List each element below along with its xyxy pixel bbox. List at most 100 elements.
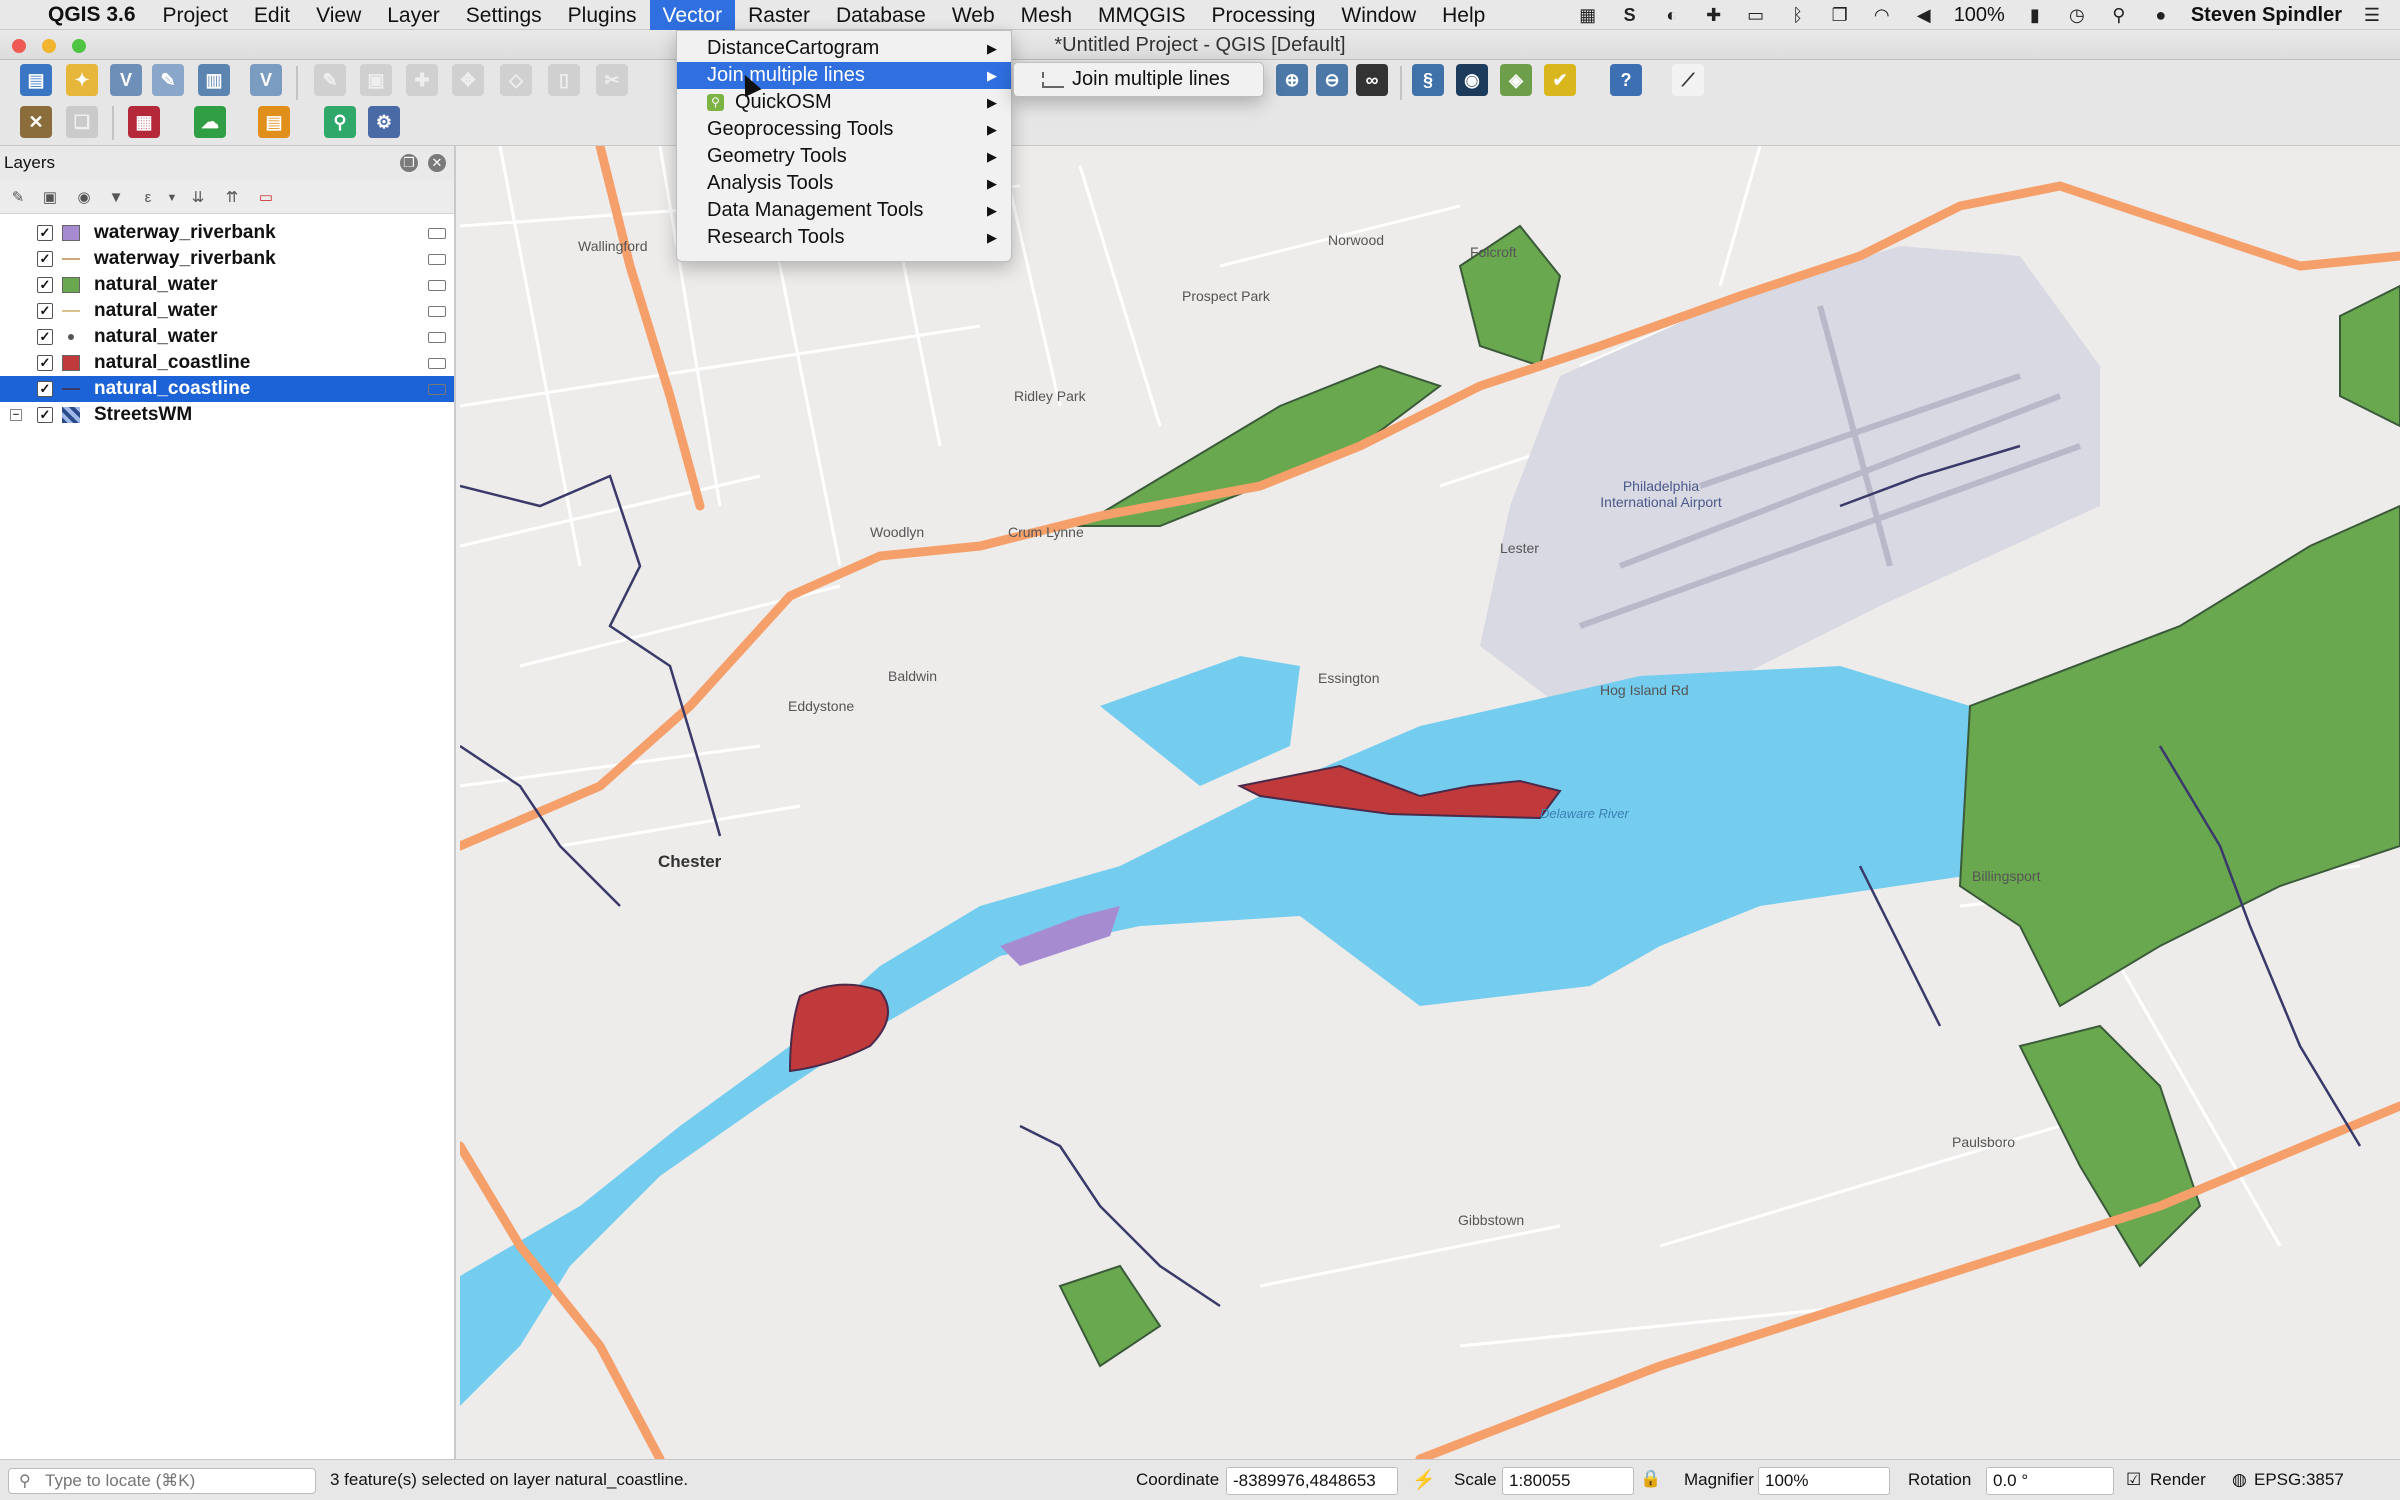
menu-window[interactable]: Window bbox=[1328, 0, 1429, 30]
crs-button[interactable]: EPSG:3857 bbox=[2254, 1470, 2344, 1490]
add-feature-icon[interactable]: ✚ bbox=[406, 64, 438, 96]
wifi-icon[interactable]: ◠ bbox=[1870, 4, 1894, 26]
clock-icon[interactable]: ◷ bbox=[2065, 4, 2089, 26]
delete-selected-icon[interactable]: ▯ bbox=[548, 64, 580, 96]
expression-filter-icon[interactable]: ε bbox=[138, 188, 158, 208]
layer-filter-indicator-icon[interactable] bbox=[428, 280, 446, 291]
add-vector-icon[interactable]: V bbox=[110, 64, 142, 96]
node-tool-icon[interactable]: ◇ bbox=[500, 64, 532, 96]
layer-filter-indicator-icon[interactable] bbox=[428, 332, 446, 343]
coordinate-field[interactable]: -8389976,4848653 bbox=[1226, 1467, 1398, 1495]
rotation-spinbox[interactable]: 0.0 ° bbox=[1986, 1467, 2114, 1495]
layer-visibility-checkbox[interactable]: ✓ bbox=[37, 381, 53, 397]
clapper-icon[interactable]: ▦ bbox=[1576, 4, 1600, 26]
layer-visibility-checkbox[interactable]: ✓ bbox=[37, 329, 53, 345]
layer-visibility-checkbox[interactable]: ✓ bbox=[37, 407, 53, 423]
collapse-all-icon[interactable]: ⇈ bbox=[222, 188, 242, 208]
menu-plugins[interactable]: Plugins bbox=[555, 0, 650, 30]
layer-visibility-checkbox[interactable]: ✓ bbox=[37, 225, 53, 241]
menu-edit[interactable]: Edit bbox=[241, 0, 303, 30]
globe-icon[interactable]: ◉ bbox=[1456, 64, 1488, 96]
layer-visibility-checkbox[interactable]: ✓ bbox=[37, 355, 53, 371]
plus-cross-icon[interactable]: ✚ bbox=[1702, 4, 1726, 26]
style-brush-icon[interactable]: ✎ bbox=[8, 188, 28, 208]
expand-all-icon[interactable]: ⇊ bbox=[188, 188, 208, 208]
moon-icon[interactable]: ◐ bbox=[1660, 4, 1684, 26]
map-canvas[interactable]: Chester Prospect Park Norwood Folcroft Ridle… bbox=[460, 146, 2400, 1459]
spotlight-search-icon[interactable]: ⚲ bbox=[2107, 4, 2131, 26]
menu-item-distancecartogram[interactable]: DistanceCartogram ▶ bbox=[677, 35, 1011, 62]
layer-row-natural-water[interactable]: ✓ natural_water bbox=[0, 324, 454, 350]
user-name[interactable]: Steven Spindler bbox=[2191, 4, 2342, 27]
bluetooth-icon[interactable]: ᛒ bbox=[1786, 4, 1810, 26]
edit-pencil-icon[interactable]: ✎ bbox=[152, 64, 184, 96]
menu-web[interactable]: Web bbox=[939, 0, 1008, 30]
help-icon[interactable]: ? bbox=[1610, 64, 1642, 96]
layer-row-natural-coastline[interactable]: ✓ natural_coastline bbox=[0, 376, 454, 402]
layer-filter-indicator-icon[interactable] bbox=[428, 254, 446, 265]
lock-scale-icon[interactable]: 🔒 bbox=[1640, 1469, 1661, 1489]
menu-vector[interactable]: Vector bbox=[649, 0, 736, 30]
copy-icon[interactable]: ❏ bbox=[66, 106, 98, 138]
zoom-in-icon[interactable]: ⊕ bbox=[1276, 64, 1308, 96]
close-window-button[interactable] bbox=[12, 39, 26, 53]
layer-filter-indicator-icon[interactable] bbox=[428, 306, 446, 317]
processing-icon[interactable]: ⚙ bbox=[368, 106, 400, 138]
layer-filter-indicator-icon[interactable] bbox=[428, 384, 446, 395]
airplay-icon[interactable]: ▭ bbox=[1744, 4, 1768, 26]
expand-toggle-icon[interactable]: − bbox=[10, 409, 22, 421]
locator-bar[interactable]: ⚲ bbox=[8, 1468, 316, 1494]
menu-item-geometry-tools[interactable]: Geometry Tools ▶ bbox=[677, 143, 1011, 170]
layer-filter-indicator-icon[interactable] bbox=[428, 358, 446, 369]
user-avatar-icon[interactable]: ● bbox=[2149, 4, 2173, 26]
save-edits-icon[interactable]: ▣ bbox=[360, 64, 392, 96]
render-checkbox[interactable]: ☑ bbox=[2126, 1470, 2141, 1490]
s-app-icon[interactable]: S bbox=[1618, 4, 1642, 26]
volume-icon[interactable]: ◀ bbox=[1912, 4, 1936, 26]
layer-filter-indicator-icon[interactable] bbox=[428, 228, 446, 239]
layer-row-waterway-riverbank[interactable]: ✓ waterway_riverbank bbox=[0, 246, 454, 272]
scale-combo[interactable]: 1:80055 bbox=[1502, 1467, 1634, 1495]
database-icon[interactable]: ▤ bbox=[258, 106, 290, 138]
layer-visibility-checkbox[interactable]: ✓ bbox=[37, 277, 53, 293]
layers-stack-icon[interactable]: ◈ bbox=[1500, 64, 1532, 96]
menu-mesh[interactable]: Mesh bbox=[1008, 0, 1085, 30]
raster-grid-icon[interactable]: ▦ bbox=[128, 106, 160, 138]
menu-help[interactable]: Help bbox=[1429, 0, 1498, 30]
float-panel-icon[interactable]: ❐ bbox=[400, 154, 418, 172]
binoculars-icon[interactable]: ∞ bbox=[1356, 64, 1388, 96]
quickosm-toolbar-icon[interactable]: ⚲ bbox=[324, 106, 356, 138]
battery-icon[interactable]: ▮ bbox=[2023, 4, 2047, 26]
menu-mmqgis[interactable]: MMQGIS bbox=[1085, 0, 1199, 30]
menu-item-research-tools[interactable]: Research Tools ▶ bbox=[677, 224, 1011, 251]
chevron-down-icon[interactable]: ▼ bbox=[162, 188, 182, 208]
python-console-icon[interactable]: § bbox=[1412, 64, 1444, 96]
minimize-window-button[interactable] bbox=[42, 39, 56, 53]
join-multiple-lines-action[interactable]: Join multiple lines bbox=[1014, 63, 1263, 96]
vertex-tool-icon[interactable]: V bbox=[250, 64, 282, 96]
toggle-edit-icon[interactable]: ✎ bbox=[314, 64, 346, 96]
toggle-extents-icon[interactable]: ⚡ bbox=[1412, 1468, 1436, 1492]
cut-features-icon[interactable]: ✂ bbox=[596, 64, 628, 96]
close-panel-icon[interactable]: ✕ bbox=[428, 154, 446, 172]
magnifier-spinbox[interactable]: 100% bbox=[1758, 1467, 1890, 1495]
crs-globe-icon[interactable]: ◍ bbox=[2232, 1470, 2247, 1490]
menu-raster[interactable]: Raster bbox=[735, 0, 823, 30]
menu-settings[interactable]: Settings bbox=[453, 0, 555, 30]
menu-item-quickosm[interactable]: ⚲ QuickOSM ▶ bbox=[677, 89, 1011, 116]
locator-input[interactable] bbox=[45, 1470, 315, 1492]
layer-row-StreetsWM[interactable]: − ✓ StreetsWM bbox=[0, 402, 454, 428]
menu-view[interactable]: View bbox=[303, 0, 374, 30]
move-feature-icon[interactable]: ✥ bbox=[452, 64, 484, 96]
eye-icon[interactable]: ◉ bbox=[74, 188, 94, 208]
new-layer-icon[interactable]: ✦ bbox=[66, 64, 98, 96]
measure-icon[interactable]: ⟋ bbox=[1672, 64, 1704, 96]
zoom-out-icon[interactable]: ⊖ bbox=[1316, 64, 1348, 96]
layer-visibility-checkbox[interactable]: ✓ bbox=[37, 303, 53, 319]
add-group-icon[interactable]: ▣ bbox=[40, 188, 60, 208]
notification-list-icon[interactable]: ☰ bbox=[2360, 4, 2384, 26]
menu-database[interactable]: Database bbox=[823, 0, 939, 30]
screens-icon[interactable]: ❐ bbox=[1828, 4, 1852, 26]
zoom-window-button[interactable] bbox=[72, 39, 86, 53]
cloud-icon[interactable]: ☁ bbox=[194, 106, 226, 138]
